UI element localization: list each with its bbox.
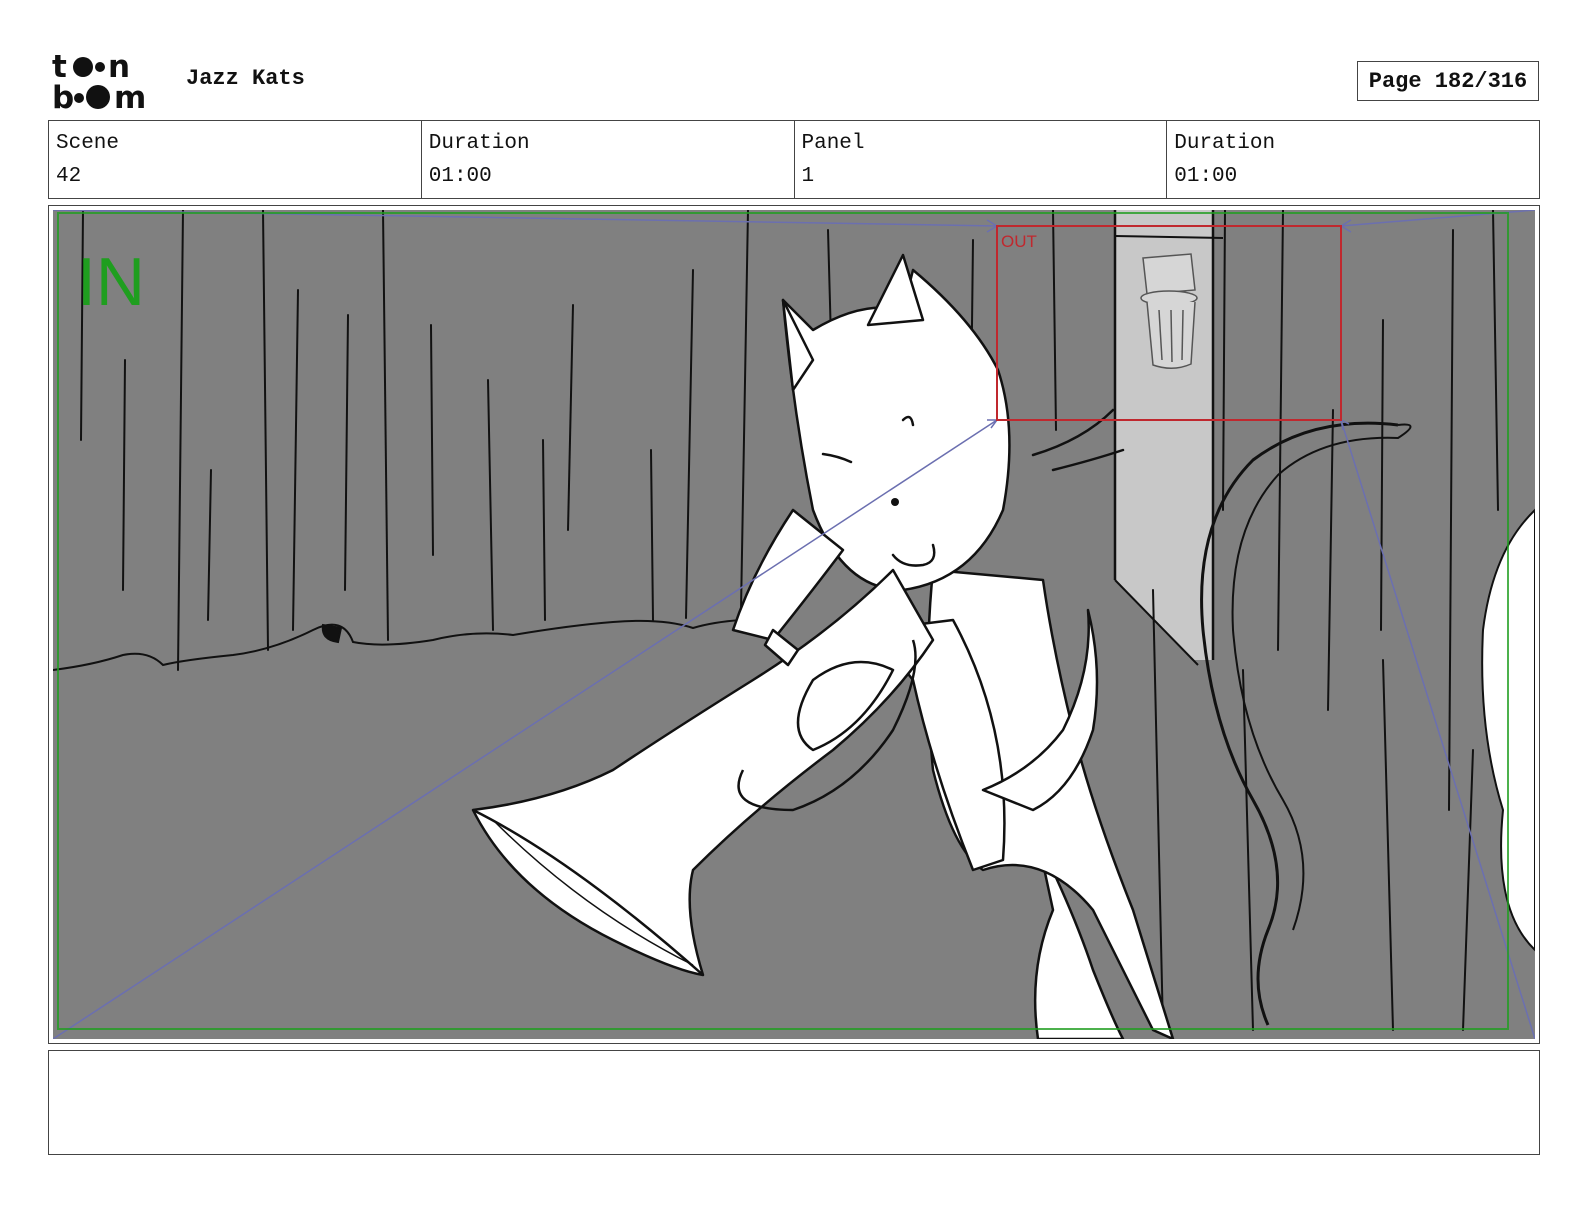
storyboard-panel: IN OUT (48, 205, 1540, 1044)
scene-duration-value: 01:00 (428, 165, 492, 188)
svg-text:m: m (114, 80, 146, 112)
panel-cell: Panel 1 (795, 121, 1168, 198)
scene-duration-cell: Duration 01:00 (422, 121, 795, 198)
panel-duration-label: Duration (1174, 132, 1276, 155)
scene-duration-label: Duration (428, 132, 530, 155)
scene-value: 42 (56, 165, 82, 188)
scene-cell: Scene 42 (49, 121, 422, 198)
scene-info-table: Scene 42 Duration 01:00 Panel 1 Duration… (48, 120, 1540, 199)
panel-label: Panel (801, 132, 865, 155)
out-label: OUT (1001, 232, 1037, 251)
panel-notes-box[interactable] (48, 1050, 1540, 1155)
toonboom-logo: t n b m (52, 50, 146, 112)
panel-drawing: IN OUT (53, 210, 1535, 1039)
scene-label: Scene (56, 132, 120, 155)
in-label: IN (77, 244, 145, 320)
panel-value: 1 (801, 165, 815, 188)
svg-text:b: b (52, 80, 74, 112)
panel-duration-value: 01:00 (1174, 165, 1238, 188)
project-title: Jazz Kats (186, 66, 305, 91)
page-counter: Page 182/316 (1357, 61, 1539, 101)
panel-duration-cell: Duration 01:00 (1167, 121, 1539, 198)
